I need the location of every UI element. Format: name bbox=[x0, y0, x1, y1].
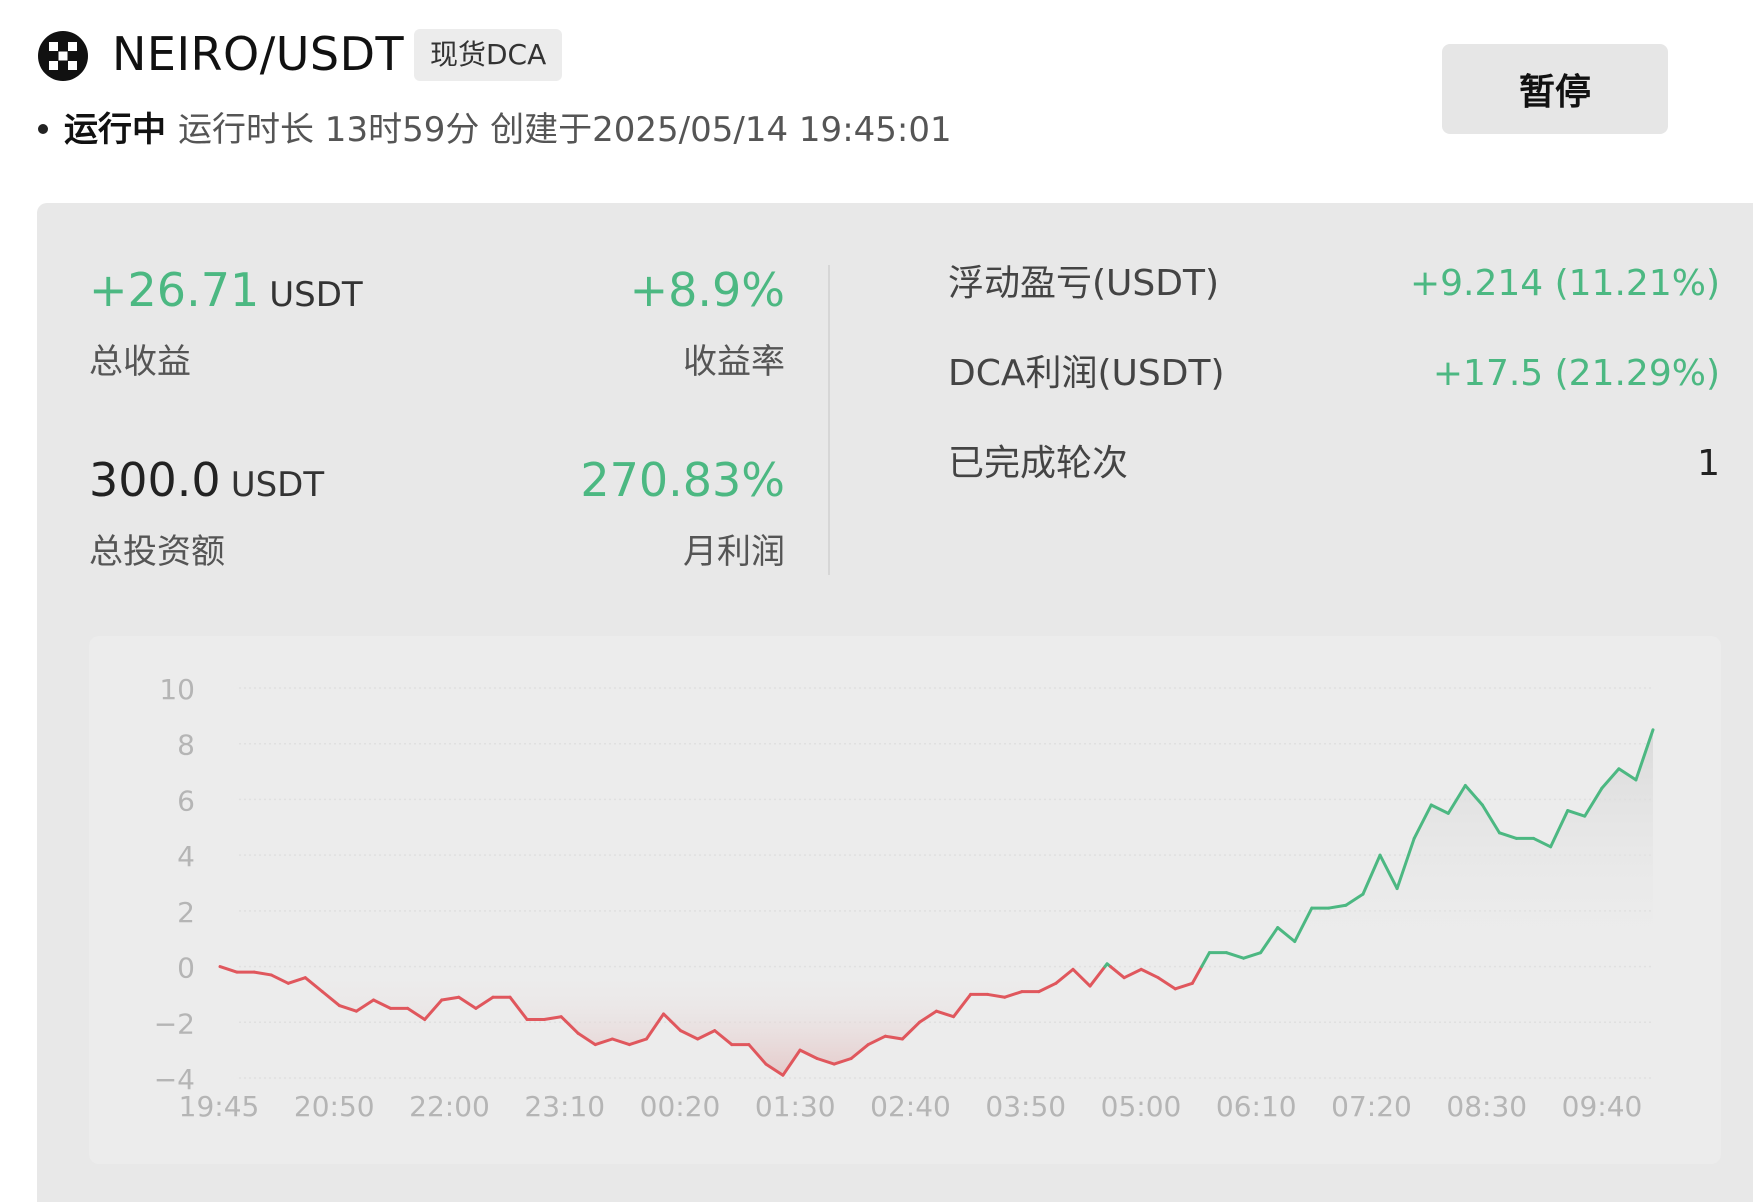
pause-button[interactable]: 暂停 bbox=[1442, 44, 1668, 134]
created-text: 创建于2025/05/14 19:45:01 bbox=[490, 110, 952, 150]
total-invest-label: 总投资额 bbox=[89, 532, 225, 572]
x-tick-label: 20:50 bbox=[294, 1090, 375, 1123]
rounds-value: 1 bbox=[1697, 443, 1720, 484]
x-tick-label: 05:00 bbox=[1101, 1090, 1182, 1123]
total-profit-value: +26.71 bbox=[89, 263, 260, 317]
profit-rate-label: 收益率 bbox=[683, 342, 785, 382]
positive-area bbox=[220, 729, 1653, 967]
pnl-chart: 1086420−2−4 19:45 20:50 22:00 23:10 00:20 01:… bbox=[154, 673, 1655, 1123]
total-profit-label: 总收益 bbox=[89, 342, 191, 382]
negative-area bbox=[220, 966, 1653, 1076]
x-tick-label: 07:20 bbox=[1331, 1090, 1412, 1123]
strategy-tag: 现货DCA bbox=[414, 29, 563, 81]
x-tick-label: 03:50 bbox=[985, 1090, 1066, 1123]
x-tick-label: 08:30 bbox=[1446, 1090, 1527, 1123]
status-dot-icon bbox=[38, 123, 48, 134]
x-tick-label: 09:40 bbox=[1562, 1090, 1643, 1123]
y-tick-label: 0 bbox=[177, 952, 195, 985]
floating-pnl-value: +9.214 (11.21%) bbox=[1409, 263, 1720, 304]
monthly-profit-value: 270.83% bbox=[580, 453, 785, 507]
x-tick-label: 00:20 bbox=[640, 1090, 721, 1123]
floating-pnl-label: 浮动盈亏(USDT) bbox=[948, 263, 1220, 304]
total-invest-value: 300.0 bbox=[89, 453, 221, 507]
y-tick-label: 10 bbox=[159, 673, 195, 706]
pnl-chart-box: 10 8 6 4 2 0 −2 −4 19:45 20:50 22:00 23:10 00:20 01:… bbox=[89, 636, 1721, 1164]
total-profit-unit: USDT bbox=[269, 275, 363, 315]
total-profit: +26.71 USDT bbox=[89, 262, 363, 323]
y-tick-label: 6 bbox=[177, 784, 195, 817]
total-invest-unit: USDT bbox=[230, 465, 325, 505]
profit-rate-value: +8.9% bbox=[629, 263, 785, 317]
pair-title: NEIRO/USDT bbox=[112, 27, 405, 81]
y-tick-label: 4 bbox=[177, 840, 195, 873]
status-line: 运行中 运行时长 13时59分 创建于2025/05/14 19:45:01 bbox=[38, 104, 952, 156]
x-tick-label: 22:00 bbox=[409, 1090, 490, 1123]
header: NEIRO/USDT 现货DCA 运行中 运行时长 13时59分 创建于2025/… bbox=[0, 0, 1753, 200]
dca-profit-value: +17.5 (21.29%) bbox=[1432, 353, 1720, 394]
runtime-text: 运行时长 13时59分 bbox=[178, 110, 480, 150]
status-text: 运行中 bbox=[64, 110, 166, 150]
y-tick-label: −2 bbox=[154, 1007, 195, 1040]
okx-logo-icon bbox=[38, 31, 88, 81]
monthly-profit-label: 月利润 bbox=[683, 532, 785, 572]
total-invest: 300.0 USDT bbox=[89, 452, 324, 513]
column-divider bbox=[828, 265, 830, 575]
rounds-label: 已完成轮次 bbox=[948, 443, 1129, 484]
x-tick-label: 06:10 bbox=[1216, 1090, 1297, 1123]
x-tick-label: 01:30 bbox=[755, 1090, 836, 1123]
y-tick-label: 2 bbox=[177, 896, 195, 929]
dca-profit-label: DCA利润(USDT) bbox=[948, 353, 1225, 394]
x-tick-label: 19:45 bbox=[179, 1090, 260, 1123]
y-tick-label: 8 bbox=[177, 729, 195, 762]
x-tick-label: 23:10 bbox=[524, 1090, 605, 1123]
x-tick-label: 02:40 bbox=[870, 1090, 951, 1123]
